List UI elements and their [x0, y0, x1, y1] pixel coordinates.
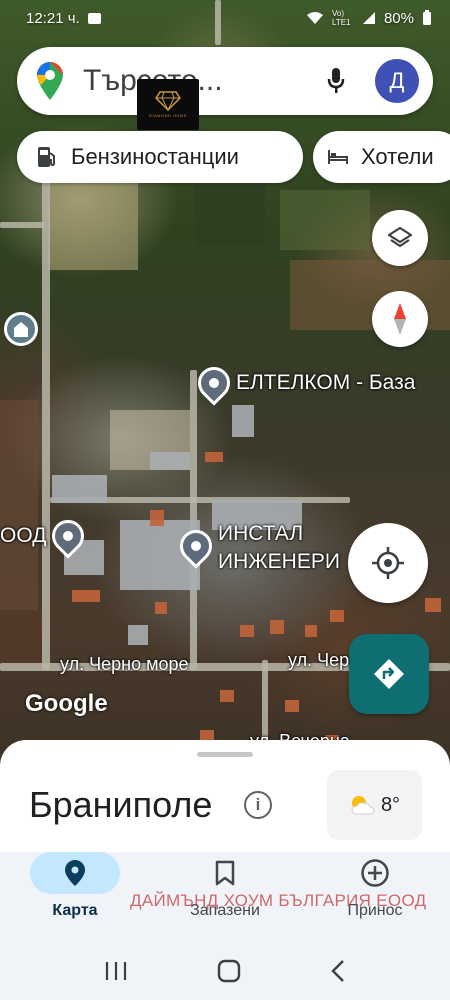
home-icon[interactable] [216, 958, 242, 984]
watermark-logo-badge: DIAMOND HOME [137, 79, 199, 130]
map-building [232, 405, 254, 437]
compass-icon [394, 303, 406, 335]
bookmark-icon [215, 860, 235, 886]
map-building [305, 625, 317, 637]
marker-label: ООД [0, 524, 47, 547]
gas-station-icon [38, 147, 55, 167]
account-avatar[interactable]: Д [375, 59, 419, 103]
map-building [425, 598, 441, 612]
chip-label: Бензиностанции [71, 144, 239, 169]
status-bar: 12:21 ч. Vo) LTE1 80% [0, 0, 450, 36]
signal-icon [362, 12, 375, 24]
search-bar[interactable]: Търсете... Д [17, 47, 433, 115]
map-building [155, 602, 167, 614]
street-label: ул. Черно море [60, 654, 189, 674]
place-title: Браниполе [29, 784, 213, 825]
bed-icon [328, 150, 348, 164]
compass-button[interactable] [372, 291, 428, 347]
gallery-notification-icon [87, 12, 101, 24]
layers-icon [387, 226, 413, 248]
map-building [52, 475, 107, 503]
tab-icon-wrap [180, 852, 270, 894]
church-icon [14, 322, 28, 337]
map-building [150, 452, 190, 470]
battery-icon [423, 10, 431, 25]
map-building [150, 510, 164, 526]
map-building [270, 620, 284, 634]
marker-eltelkom[interactable]: ЕЛТЕЛКОМ - База [191, 360, 416, 406]
map-road [42, 180, 50, 670]
map-pin-icon [191, 360, 237, 406]
map-field [48, 180, 138, 270]
map-building [240, 625, 254, 637]
map-field [0, 400, 38, 610]
my-location-button[interactable] [348, 523, 428, 603]
search-input[interactable]: Търсете... [83, 64, 327, 98]
wifi-icon [306, 12, 323, 24]
lte-indicator: Vo) LTE1 [331, 9, 351, 27]
my-location-icon [372, 547, 404, 579]
tab-icon-wrap [30, 852, 120, 894]
google-attribution: Google [25, 690, 108, 717]
tab-icon-wrap [330, 852, 420, 894]
map-building [330, 610, 344, 622]
directions-button[interactable] [349, 634, 429, 714]
status-time: 12:21 ч. [26, 9, 80, 27]
map-building [285, 700, 299, 712]
marker-ood[interactable]: ООД [0, 513, 92, 559]
place-of-worship-marker[interactable] [4, 312, 38, 346]
diamond-logo-icon [155, 91, 181, 111]
tab-label: Карта [52, 902, 98, 919]
map-field [0, 610, 45, 670]
agency-watermark: ДАЙМЪНД ХОУМ БЪЛГАРИЯ ЕООД [130, 891, 427, 910]
marker-instal[interactable]: ИНСТАЛ ИНЖЕНЕРИ [173, 520, 340, 576]
info-icon[interactable]: i [244, 791, 272, 819]
map-building [220, 690, 234, 702]
marker-label: ЕЛТЕЛКОМ - База [236, 371, 416, 394]
map-field [280, 190, 370, 250]
chip-gas-stations[interactable]: Бензиностанции [17, 131, 303, 183]
battery-percent: 80% [383, 9, 414, 27]
weather-chip[interactable]: 8° [327, 770, 422, 840]
map-pin-icon [173, 523, 219, 569]
system-navigation-bar [0, 942, 450, 1000]
map-road [0, 222, 45, 228]
map-building [128, 625, 148, 645]
add-circle-icon [361, 859, 389, 887]
layers-button[interactable] [372, 210, 428, 266]
logo-badge-text: DIAMOND HOME [149, 113, 187, 118]
map-building [205, 452, 223, 462]
chip-label: Хотели [361, 144, 434, 169]
back-icon[interactable] [330, 958, 346, 984]
map-pin-icon [45, 513, 92, 559]
recent-apps-icon[interactable] [104, 960, 128, 982]
tab-explore[interactable]: Карта [0, 852, 150, 942]
marker-label-line1: ИНСТАЛ [218, 522, 304, 545]
map-field [195, 185, 265, 245]
weather-temperature: 8° [380, 793, 401, 816]
marker-label-line2: ИНЖЕНЕРИ [218, 550, 340, 573]
maps-pin-logo-icon [37, 62, 63, 100]
chip-hotels[interactable]: Хотели [313, 131, 450, 183]
directions-icon [374, 659, 404, 689]
partly-cloudy-icon [351, 796, 375, 815]
drag-handle[interactable] [197, 752, 253, 757]
location-pin-icon [65, 860, 85, 886]
map-building [72, 590, 100, 602]
street-label: ул. Чер [288, 650, 350, 670]
place-bottom-sheet[interactable]: Браниполе i 8° [0, 740, 450, 852]
microphone-icon[interactable] [327, 67, 345, 95]
